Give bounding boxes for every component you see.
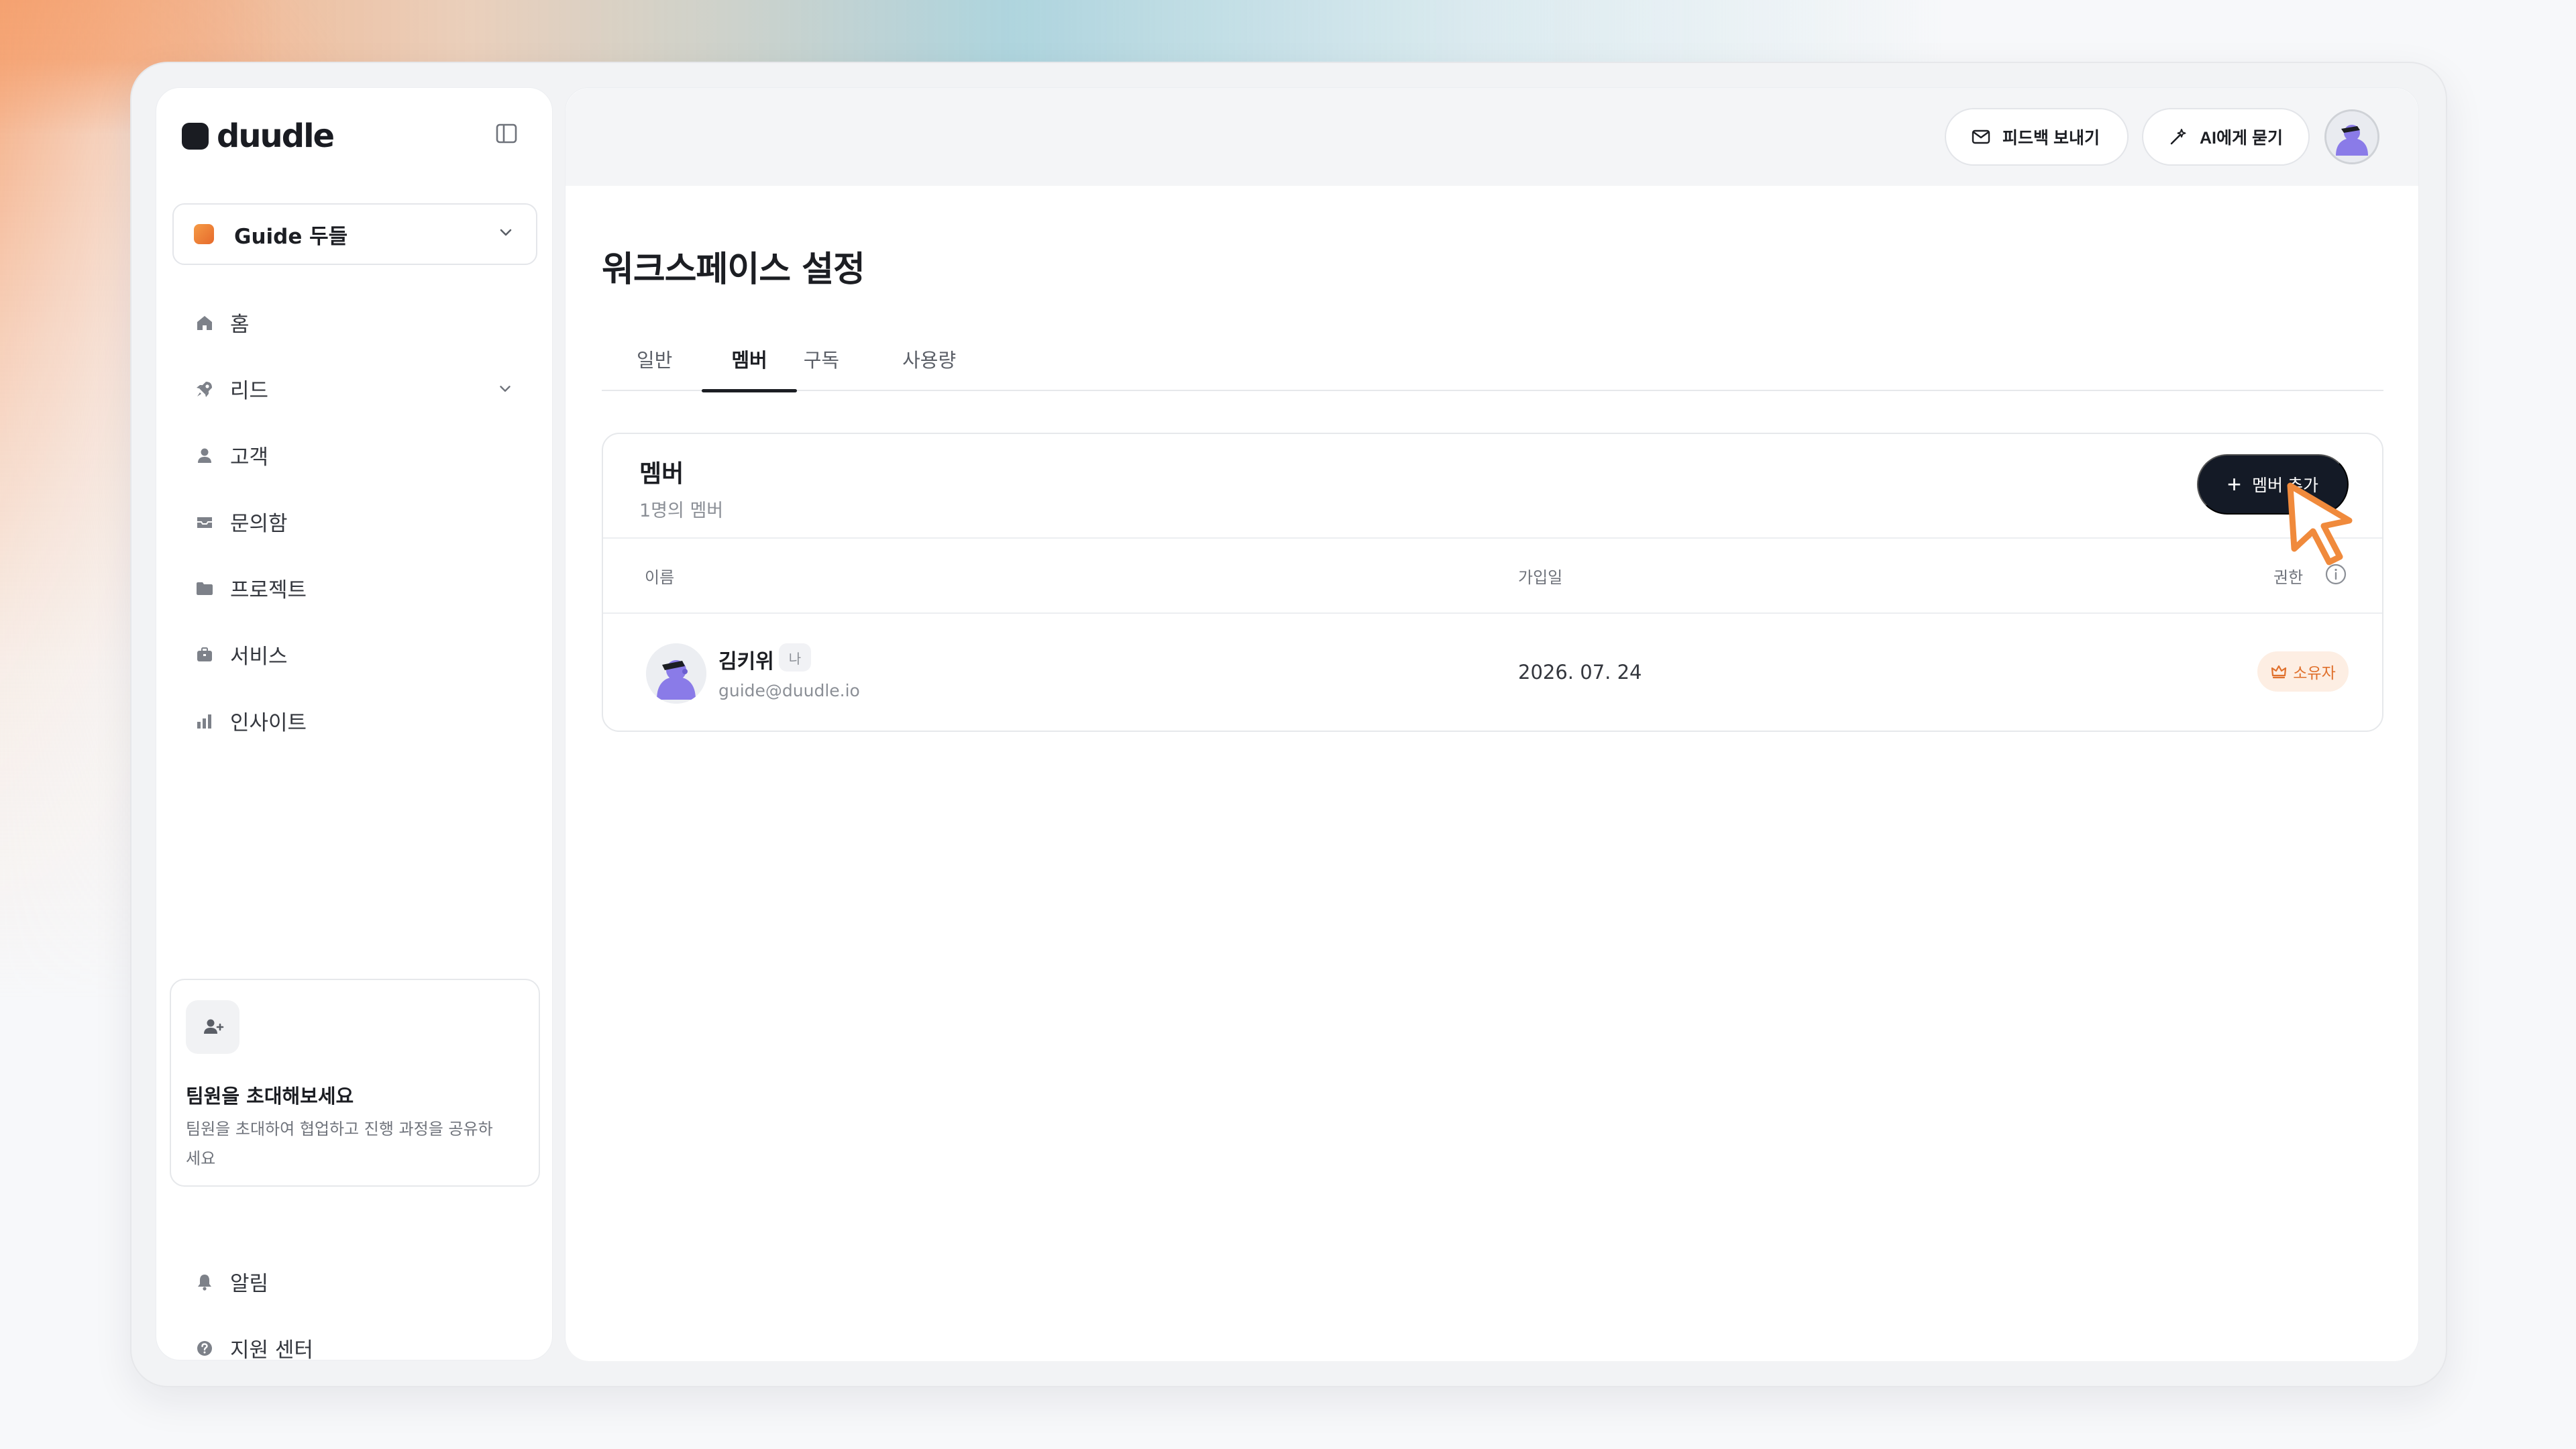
feedback-button[interactable]: 피드백 보내기 [1945,108,2129,166]
sidebar-toggle-icon[interactable] [493,120,520,147]
me-badge: 나 [779,643,811,672]
invite-card[interactable]: 팀원을 초대해보세요 팀원을 초대하여 협업하고 진행 과정을 공유하세요 [170,979,540,1187]
tab-usage[interactable]: 사용량 [902,327,956,391]
brand-name: duudle [217,117,335,155]
help-icon [194,1338,215,1359]
chevron-down-icon[interactable] [496,380,515,398]
tab-label: 사용량 [902,349,957,372]
column-joined: 가입일 [1518,568,1563,587]
user-icon [194,445,215,466]
inbox-icon [194,511,215,533]
member-name: 김키위 [718,650,774,674]
user-avatar[interactable] [2324,109,2379,164]
pointer-cursor-icon [2285,482,2359,569]
rocket-icon [194,378,215,400]
sidebar-item-projects[interactable]: 프로젝트 [179,555,528,621]
sidebar-item-insights[interactable]: 인사이트 [179,688,528,754]
top-bar: 피드백 보내기 AI에게 묻기 [566,88,2418,186]
folder-icon [194,578,215,599]
invite-title: 팀원을 초대해보세요 [186,1085,354,1108]
role-label: 소유자 [2293,665,2336,682]
tab-subscription[interactable]: 구독 [804,327,839,391]
member-avatar [646,643,706,704]
briefcase-icon [194,644,215,665]
sidebar-item-notifications[interactable]: 알림 [179,1248,528,1315]
settings-tabs: 일반 멤버 구독 사용량 [602,327,2383,392]
mail-icon [1970,126,1992,148]
chevron-down-icon [496,223,516,246]
tab-general[interactable]: 일반 [637,327,672,391]
feedback-label: 피드백 보내기 [2002,129,2100,148]
sidebar-item-label: 인사이트 [230,711,307,735]
members-title: 멤버 [639,460,684,488]
tab-label: 멤버 [731,349,767,372]
bar-chart-icon [194,710,215,732]
sidebar-item-label: 프로젝트 [230,578,307,602]
home-icon [194,312,215,333]
sidebar-item-label: 서비스 [230,645,288,669]
tab-members[interactable]: 멤버 [702,327,798,392]
sidebar-bottom-nav: 알림 지원 센터 [179,1248,528,1381]
sidebar: duudle Guide 두들 홈 리드 고객 문의함 프로젝트 서비스 인사이… [156,87,553,1362]
logo-mark-icon [182,123,209,150]
member-joined-date: 2026. 07. 24 [1518,661,1642,684]
tab-label: 구독 [803,349,840,372]
sidebar-item-label: 알림 [230,1272,269,1296]
ask-ai-button[interactable]: AI에게 묻기 [2142,108,2310,166]
workspace-color-icon [194,224,214,244]
table-row[interactable]: 김키위 나 guide@duudle.io 2026. 07. 24 소유자 [603,614,2382,732]
member-email: guide@duudle.io [718,681,860,700]
sidebar-item-customers[interactable]: 고객 [179,422,528,488]
sidebar-item-label: 지원 센터 [230,1338,313,1362]
members-card: 멤버 1명의 멤버 + 멤버 추가 이름 가입일 권한 김키위 나 guide@… [602,433,2383,732]
sidebar-item-label: 리드 [230,379,269,403]
sidebar-item-leads[interactable]: 리드 [179,356,528,422]
sidebar-item-help-center[interactable]: 지원 센터 [179,1315,528,1381]
members-count: 1명의 멤버 [639,500,724,521]
sidebar-item-services[interactable]: 서비스 [179,621,528,688]
sidebar-item-label: 문의함 [230,512,288,536]
plus-icon: + [2227,470,2242,498]
workspace-name: Guide 두들 [234,224,348,249]
sidebar-item-inbox[interactable]: 문의함 [179,488,528,555]
sparkle-wand-icon [2167,126,2189,148]
sidebar-item-label: 고객 [230,445,269,470]
workspace-selector[interactable]: Guide 두들 [172,203,537,265]
sidebar-item-home[interactable]: 홈 [179,289,528,356]
page-title: 워크스페이스 설정 [602,250,865,290]
tab-label: 일반 [637,349,673,372]
settings-content: 워크스페이스 설정 일반 멤버 구독 사용량 멤버 1명의 멤버 + 멤버 추가… [566,186,2418,1361]
members-table-header: 이름 가입일 권한 [603,537,2382,614]
sidebar-nav: 홈 리드 고객 문의함 프로젝트 서비스 인사이트 [179,289,528,754]
invite-description: 팀원을 초대하여 협업하고 진행 과정을 공유하세요 [186,1120,493,1168]
role-badge: 소유자 [2257,651,2349,692]
sidebar-item-label: 홈 [230,313,250,337]
bell-icon [194,1271,215,1293]
user-plus-icon [186,1000,239,1054]
brand-logo[interactable]: duudle [182,117,335,155]
main-panel: 피드백 보내기 AI에게 묻기 워크스페이스 설정 일반 멤버 구독 사용량 멤… [565,87,2419,1361]
column-name: 이름 [645,568,675,587]
ask-ai-label: AI에게 묻기 [2200,129,2283,148]
crown-icon [2270,663,2288,680]
